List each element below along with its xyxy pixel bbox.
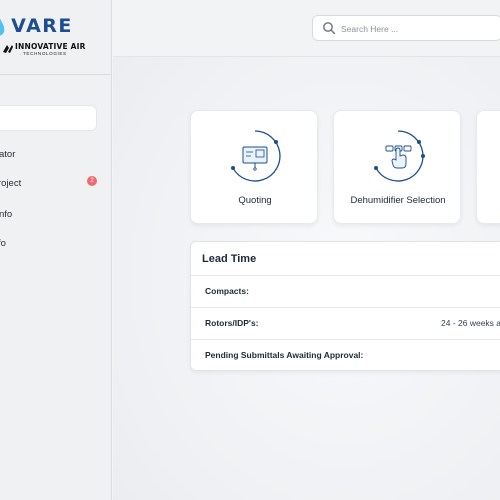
lead-time-panel: Lead Time Compacts: Rotors/IDP's: 24 - 2… [190,241,500,371]
quoting-card[interactable]: Quoting [190,110,318,224]
brand-logo[interactable]: 💧VARE [0,14,111,38]
sidebar-item-label: roject [0,178,22,189]
sidebar-item-info-2[interactable]: fo [0,234,111,254]
lead-time-row-pending: Pending Submittals Awaiting Approval: [191,339,500,371]
row-label: Pending Submittals Awaiting Approval: [205,350,364,360]
partner-tagline: TECHNOLOGIES [23,51,67,56]
partner-company-name: INNOVATIVE AIR [15,42,86,51]
touch-keypad-icon [374,130,425,182]
search-box[interactable] [312,15,500,41]
lead-time-row-rotors: Rotors/IDP's: 24 - 26 weeks a [191,307,500,339]
row-label: Rotors/IDP's: [205,318,259,328]
sidebar-item-label: nfo [0,209,13,220]
row-label: Compacts: [205,286,249,296]
card-title: Dehumidifier Selection [350,195,446,206]
sidebar: 💧VARE INNOVATIVE AIR TECHNOLOGIES ator r… [0,0,112,500]
main-content: Quoting Dehumidifier Selection Lead Time… [113,0,500,500]
sidebar-item-calculator[interactable]: ator [0,145,111,165]
sidebar-search-input[interactable] [0,105,97,131]
sidebar-item-info[interactable]: nfo [0,205,111,225]
row-value: 24 - 26 weeks a [441,318,500,328]
search-input[interactable] [341,20,491,37]
notification-badge: 2 [87,176,97,186]
search-icon [323,22,336,35]
partial-card[interactable] [476,110,500,224]
presentation-board-icon [231,130,281,182]
partner-logo: INNOVATIVE AIR TECHNOLOGIES [2,42,110,60]
innovative-air-mark-icon [3,45,13,53]
dehumidifier-selection-card[interactable]: Dehumidifier Selection [333,110,461,224]
lead-time-title: Lead Time [202,253,257,265]
top-bar [113,0,500,57]
sidebar-item-label: ator [0,149,16,160]
card-title: Quoting [238,195,272,206]
lead-time-row-compacts: Compacts: [191,275,500,307]
brand-logo-text: 💧VARE [0,15,73,37]
sidebar-divider [0,74,111,75]
sidebar-item-label: fo [0,238,6,249]
